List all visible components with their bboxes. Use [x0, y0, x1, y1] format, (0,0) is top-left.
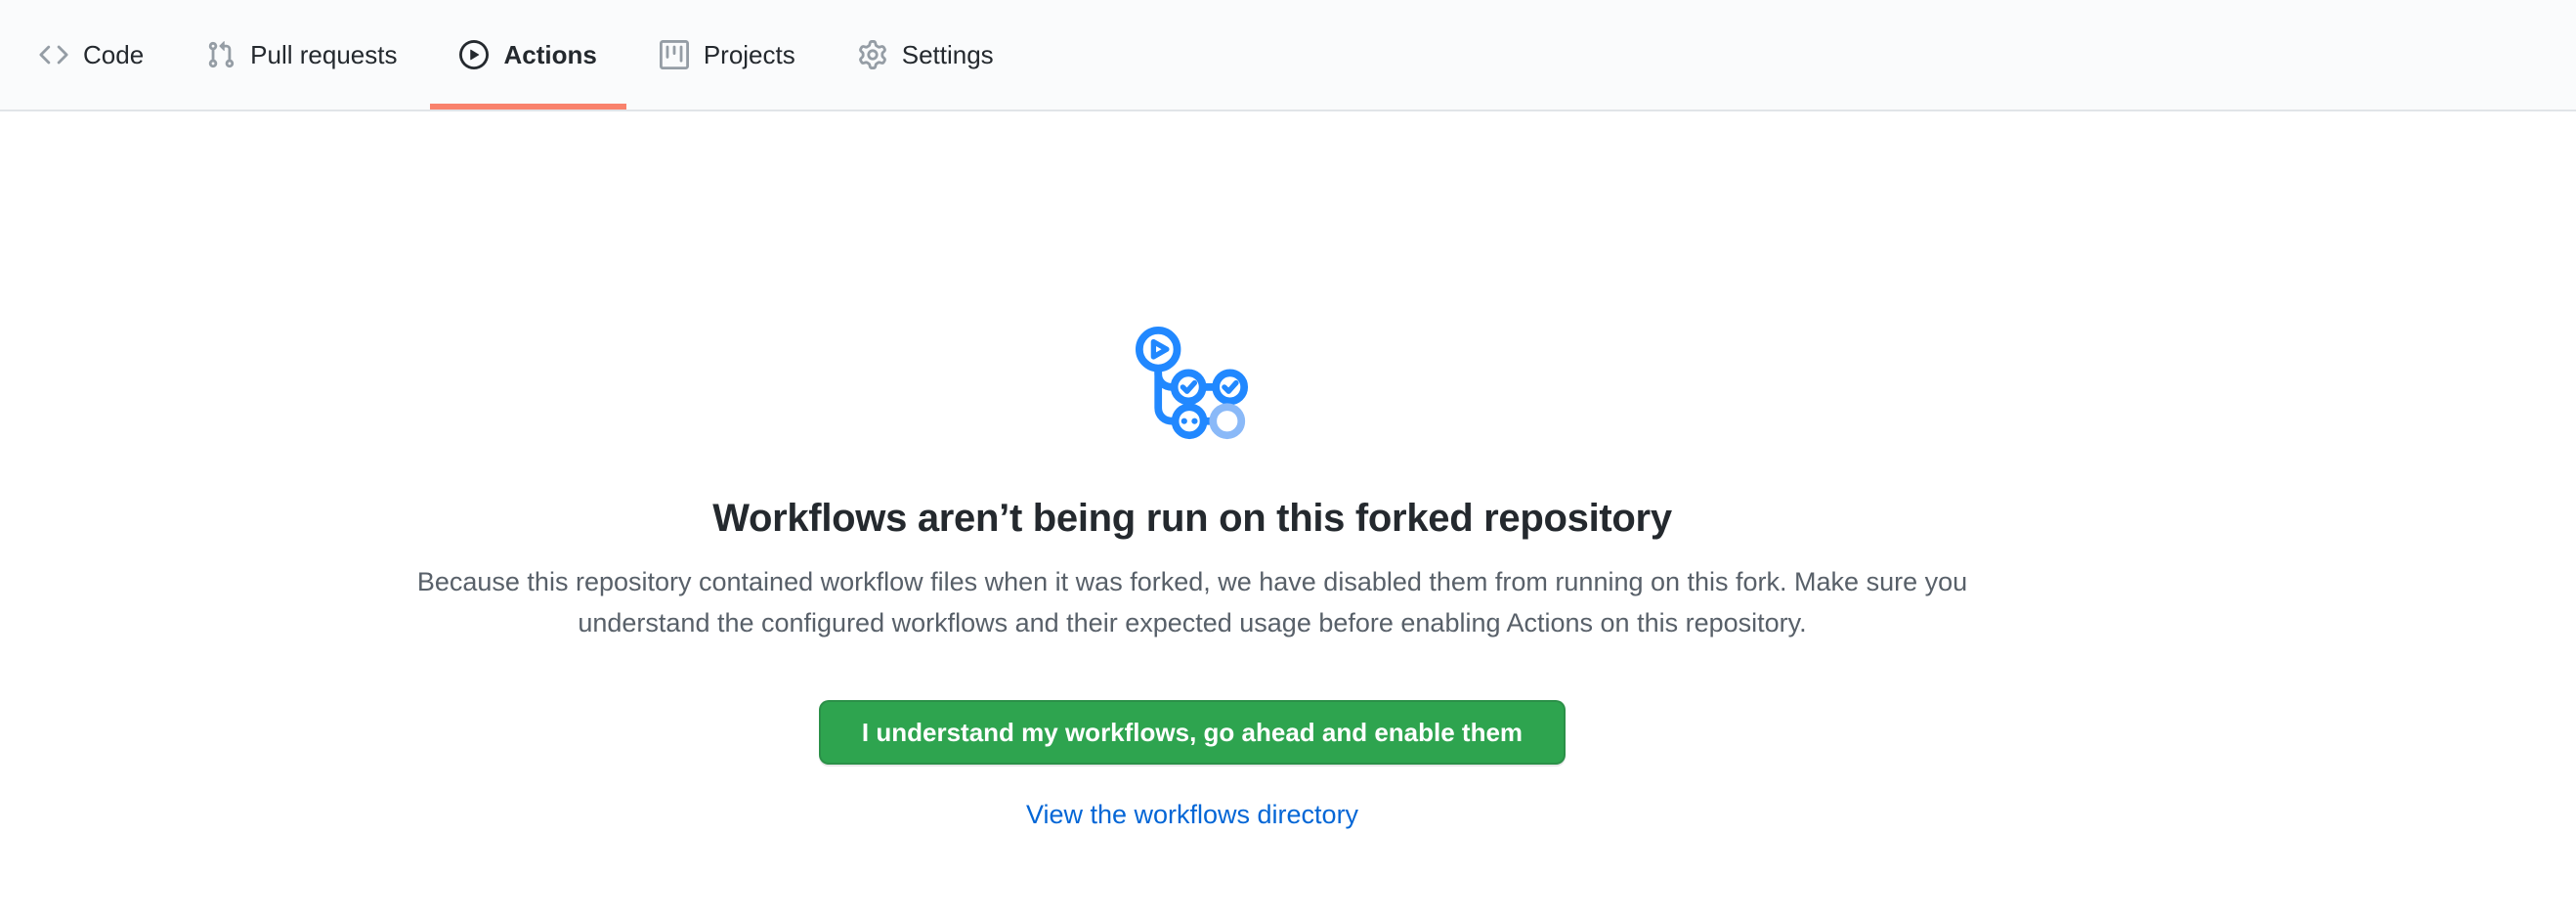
- project-board-icon: [660, 40, 689, 69]
- tab-pull-requests[interactable]: Pull requests: [177, 0, 426, 110]
- git-pull-request-icon: [206, 40, 236, 69]
- enable-button-row: I understand my workflows, go ahead and …: [391, 643, 1994, 765]
- code-icon: [39, 40, 68, 69]
- blankslate-description: Because this repository contained workfl…: [410, 561, 1974, 643]
- tab-settings[interactable]: Settings: [829, 0, 1023, 110]
- enable-workflows-button[interactable]: I understand my workflows, go ahead and …: [819, 700, 1566, 765]
- tab-code-label: Code: [83, 42, 144, 67]
- tab-settings-label: Settings: [902, 42, 994, 67]
- tab-actions-label: Actions: [503, 42, 596, 67]
- workflow-graph-icon: [1136, 326, 1249, 448]
- tab-actions[interactable]: Actions: [430, 0, 625, 110]
- tab-projects-label: Projects: [704, 42, 795, 67]
- tab-projects[interactable]: Projects: [630, 0, 825, 110]
- play-circle-icon: [459, 40, 489, 69]
- repo-tab-bar: Code Pull requests Actions Projects Sett…: [0, 0, 2576, 111]
- workflows-link-row: View the workflows directory: [391, 800, 1994, 830]
- page-title: Workflows aren’t being run on this forke…: [391, 497, 1994, 540]
- view-workflows-directory-link[interactable]: View the workflows directory: [1026, 800, 1358, 829]
- tab-code[interactable]: Code: [10, 0, 173, 110]
- gear-icon: [858, 40, 887, 69]
- actions-disabled-blankslate: Workflows aren’t being run on this forke…: [391, 111, 1994, 830]
- tab-pull-requests-label: Pull requests: [250, 42, 397, 67]
